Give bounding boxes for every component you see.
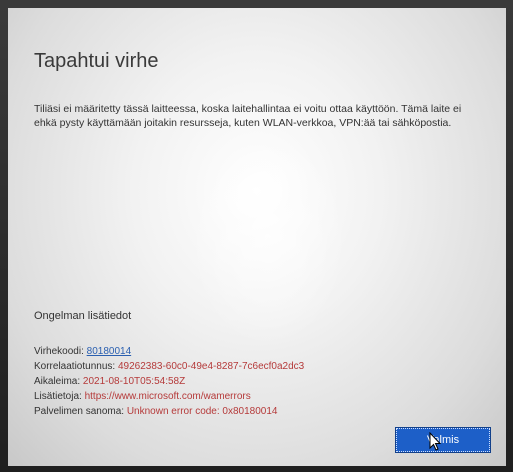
- timestamp-value: 2021-08-10T05:54:58Z: [82, 376, 186, 387]
- correlation-row: Korrelaatiotunnus: 49262383-60c0-49e4-82…: [34, 359, 304, 374]
- more-info-row: Lisätietoja: https://www.microsoft.com/w…: [34, 389, 304, 404]
- dialog-title: Tapahtui virhe: [34, 50, 159, 72]
- error-message: Tiliäsi ei määritetty tässä laitteessa, …: [34, 103, 462, 129]
- more-info-label: Lisätietoja:: [34, 391, 85, 402]
- screen-glare: [188, 128, 348, 348]
- details-heading: Ongelman lisätiedot: [34, 310, 132, 322]
- done-button[interactable]: Valmis: [395, 427, 491, 453]
- correlation-label: Korrelaatiotunnus:: [34, 361, 118, 372]
- timestamp-label: Aikaleima:: [34, 376, 83, 387]
- server-message-row: Palvelimen sanoma: Unknown error code: 0…: [34, 404, 304, 419]
- error-code-row: Virhekoodi: 80180014: [34, 344, 304, 359]
- error-dialog: Tapahtui virhe Tiliäsi ei määritetty täs…: [8, 8, 506, 466]
- error-code-link[interactable]: 80180014: [87, 346, 132, 357]
- correlation-value: 49262383-60c0-49e4-8287-7c6ecf0a2dc3: [117, 361, 305, 372]
- error-details: Virhekoodi: 80180014 Korrelaatiotunnus: …: [34, 344, 304, 419]
- server-message-value: Unknown error code: 0x80180014: [126, 406, 278, 417]
- timestamp-row: Aikaleima: 2021-08-10T05:54:58Z: [34, 374, 304, 389]
- more-info-value: https://www.microsoft.com/wamerrors: [84, 391, 251, 402]
- server-message-label: Palvelimen sanoma:: [34, 406, 127, 417]
- error-code-label: Virhekoodi:: [34, 346, 87, 357]
